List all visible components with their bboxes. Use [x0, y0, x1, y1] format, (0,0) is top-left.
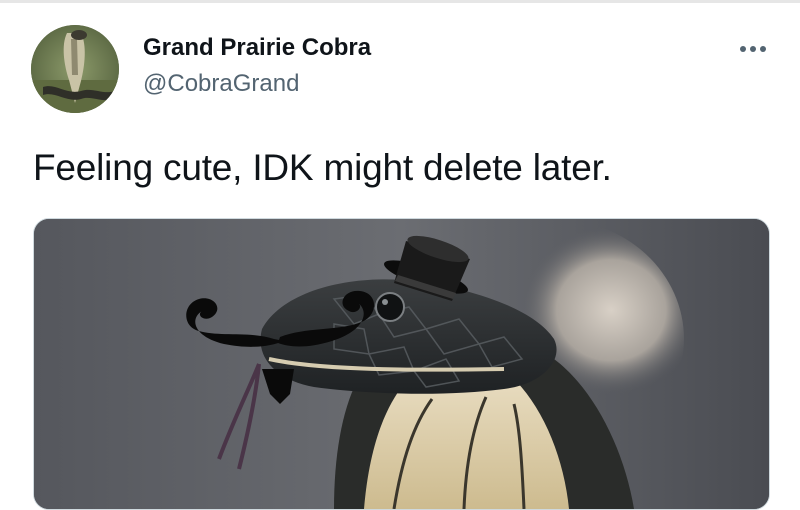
tweet-text: Feeling cute, IDK might delete later.: [33, 147, 612, 188]
cobra-avatar-icon: [31, 25, 119, 113]
avatar[interactable]: [31, 25, 119, 113]
user-handle[interactable]: @CobraGrand: [143, 69, 371, 99]
more-options-button[interactable]: [730, 32, 776, 66]
cobra-top-hat-mustache-image: [34, 219, 769, 509]
tweet-media[interactable]: [33, 218, 770, 510]
author-info: Grand Prairie Cobra @CobraGrand: [143, 33, 371, 99]
tweet: Grand Prairie Cobra @CobraGrand Feeling …: [0, 0, 800, 510]
more-horizontal-icon: [740, 46, 766, 52]
display-name[interactable]: Grand Prairie Cobra: [143, 33, 371, 63]
